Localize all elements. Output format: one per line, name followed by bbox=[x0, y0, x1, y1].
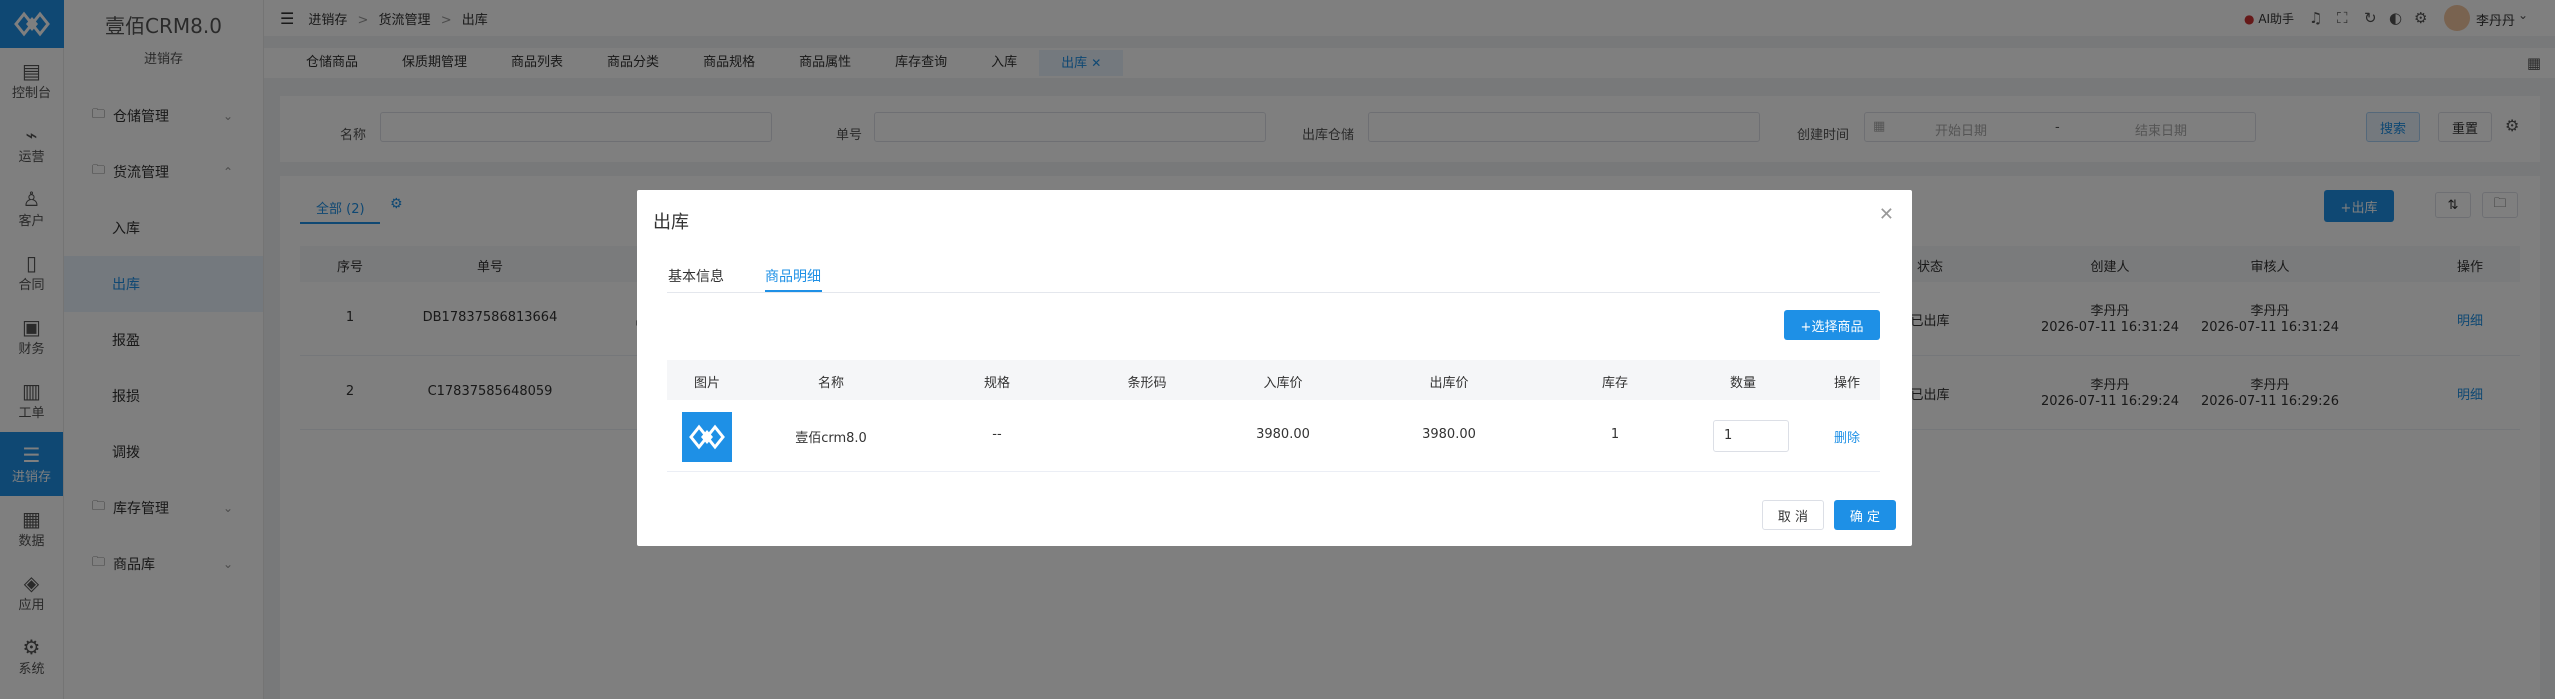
product-stock: 1 bbox=[1610, 427, 1620, 442]
col-header: 名称 bbox=[817, 376, 844, 391]
product-thumbnail bbox=[682, 412, 732, 462]
delete-link[interactable]: 删除 bbox=[1817, 427, 1877, 446]
col-header: 库存 bbox=[1601, 376, 1628, 391]
col-header: 入库价 bbox=[1263, 376, 1303, 391]
col-header: 规格 bbox=[983, 376, 1010, 391]
col-header: 条形码 bbox=[1127, 376, 1167, 391]
quantity-input[interactable]: 1 bbox=[1713, 420, 1789, 452]
tab-active-ink bbox=[765, 290, 822, 292]
col-header: 出库价 bbox=[1429, 376, 1469, 391]
product-out-price: 3980.00 bbox=[1422, 427, 1476, 442]
col-header: 图片 bbox=[693, 376, 720, 391]
col-header: 数量 bbox=[1729, 376, 1756, 391]
select-products-button[interactable]: +选择商品 bbox=[1784, 310, 1880, 340]
logo-icon bbox=[689, 424, 725, 450]
dialog-title: 出库 bbox=[653, 212, 689, 233]
tab-divider bbox=[667, 292, 1880, 293]
confirm-button[interactable]: 确 定 bbox=[1834, 500, 1896, 530]
tab-basic-info[interactable]: 基本信息 bbox=[668, 266, 724, 286]
product-in-price: 3980.00 bbox=[1256, 427, 1310, 442]
product-spec: -- bbox=[992, 427, 1002, 442]
cancel-button[interactable]: 取 消 bbox=[1762, 500, 1824, 530]
products-table-header: 图片 名称 规格 条形码 入库价 出库价 库存 数量 操作 bbox=[667, 360, 1880, 400]
product-name: 壹佰crm8.0 bbox=[795, 431, 867, 446]
outbound-dialog: 出库 ✕ 基本信息 商品明细 +选择商品 图片 名称 规格 条形码 入库价 出库… bbox=[637, 190, 1912, 546]
tab-product-detail[interactable]: 商品明细 bbox=[765, 266, 821, 286]
close-icon[interactable]: ✕ bbox=[1879, 204, 1894, 225]
product-row: 壹佰crm8.0 -- 3980.00 3980.00 1 1 删除 bbox=[667, 400, 1880, 472]
col-header: 操作 bbox=[1833, 376, 1860, 391]
